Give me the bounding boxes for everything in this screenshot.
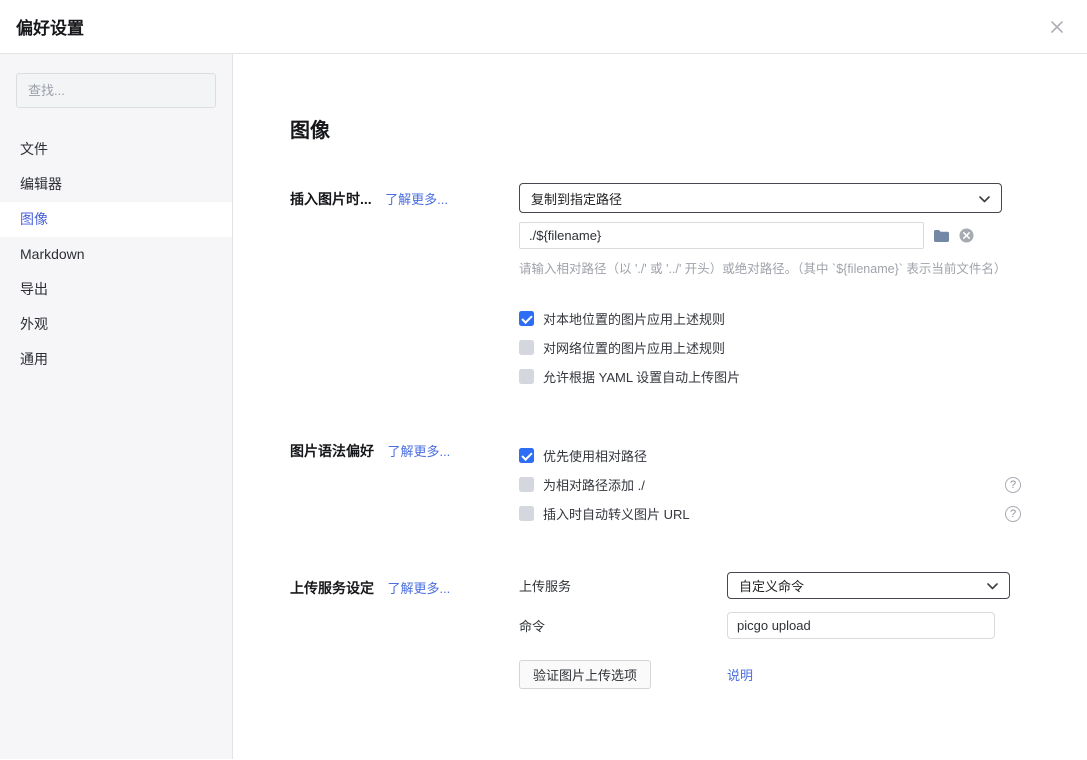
add-dot-slash-checkbox[interactable] xyxy=(519,477,534,492)
syntax-learn-more-link[interactable]: 了解更多... xyxy=(387,444,450,459)
clear-path-icon[interactable] xyxy=(959,228,974,243)
insert-image-label: 插入图片时... xyxy=(290,191,372,207)
sidebar: 文件 编辑器 图像 Markdown 导出 外观 通用 xyxy=(0,54,233,759)
checkbox-label: 为相对路径添加 ./ xyxy=(543,475,645,494)
prefer-relative-path-checkbox[interactable] xyxy=(519,448,534,463)
sidebar-item-image[interactable]: 图像 xyxy=(0,202,232,237)
insert-image-section: 插入图片时... 了解更多... 复制到指定路径 xyxy=(290,183,1057,391)
preferences-header: 偏好设置 xyxy=(0,0,1087,54)
command-label: 命令 xyxy=(519,616,727,635)
yaml-auto-upload-checkbox[interactable] xyxy=(519,369,534,384)
page-title: 偏好设置 xyxy=(16,14,84,39)
uploader-label: 上传服务 xyxy=(519,576,727,595)
checkbox-row: 插入时自动转义图片 URL ? xyxy=(519,499,1021,528)
upload-service-section: 上传服务设定 了解更多... 上传服务 自定义命令 命令 xyxy=(290,572,1057,689)
checkbox-row: 允许根据 YAML 设置自动上传图片 xyxy=(519,362,1021,391)
main-panel: 图像 插入图片时... 了解更多... 复制到指定路径 xyxy=(233,54,1087,759)
search-input[interactable] xyxy=(16,73,216,108)
help-icon[interactable]: ? xyxy=(1005,506,1021,522)
target-path-input[interactable] xyxy=(519,222,924,249)
sidebar-item-editor[interactable]: 编辑器 xyxy=(0,167,232,202)
sidebar-nav: 文件 编辑器 图像 Markdown 导出 外观 通用 xyxy=(0,132,232,377)
chevron-down-icon xyxy=(987,578,998,593)
upload-help-link[interactable]: 说明 xyxy=(727,665,753,684)
uploader-select[interactable]: 自定义命令 xyxy=(727,572,1010,599)
escape-image-url-checkbox[interactable] xyxy=(519,506,534,521)
apply-web-images-checkbox[interactable] xyxy=(519,340,534,355)
validate-upload-button[interactable]: 验证图片上传选项 xyxy=(519,660,651,689)
sidebar-item-general[interactable]: 通用 xyxy=(0,342,232,377)
chevron-down-icon xyxy=(979,191,990,206)
insert-action-select[interactable]: 复制到指定路径 xyxy=(519,183,1002,213)
checkbox-label: 允许根据 YAML 设置自动上传图片 xyxy=(543,367,740,386)
sidebar-item-file[interactable]: 文件 xyxy=(0,132,232,167)
folder-icon[interactable] xyxy=(933,229,950,243)
insert-learn-more-link[interactable]: 了解更多... xyxy=(385,192,448,207)
checkbox-label: 对本地位置的图片应用上述规则 xyxy=(543,309,725,328)
sidebar-item-export[interactable]: 导出 xyxy=(0,272,232,307)
upload-learn-more-link[interactable]: 了解更多... xyxy=(387,581,450,596)
sidebar-item-appearance[interactable]: 外观 xyxy=(0,307,232,342)
uploader-value: 自定义命令 xyxy=(739,576,804,595)
image-syntax-label: 图片语法偏好 xyxy=(290,443,374,459)
close-icon[interactable] xyxy=(1049,19,1065,35)
image-syntax-section: 图片语法偏好 了解更多... 优先使用相对路径 为相对路径添加 ./ ? xyxy=(290,435,1057,528)
checkbox-label: 插入时自动转义图片 URL xyxy=(543,504,690,523)
checkbox-row: 对网络位置的图片应用上述规则 xyxy=(519,333,1021,362)
path-hint-text: 请输入相对路径（以 './' 或 '../' 开头）或绝对路径。（其中 `${f… xyxy=(519,258,1021,277)
checkbox-row: 为相对路径添加 ./ ? xyxy=(519,470,1021,499)
checkbox-label: 对网络位置的图片应用上述规则 xyxy=(543,338,725,357)
checkbox-row: 优先使用相对路径 xyxy=(519,441,1021,470)
checkbox-label: 优先使用相对路径 xyxy=(543,446,647,465)
checkbox-row: 对本地位置的图片应用上述规则 xyxy=(519,304,1021,333)
apply-local-images-checkbox[interactable] xyxy=(519,311,534,326)
command-input[interactable] xyxy=(727,612,995,639)
insert-action-value: 复制到指定路径 xyxy=(531,189,622,208)
help-icon[interactable]: ? xyxy=(1005,477,1021,493)
section-heading: 图像 xyxy=(290,114,1057,143)
upload-service-label: 上传服务设定 xyxy=(290,580,374,596)
sidebar-item-markdown[interactable]: Markdown xyxy=(0,237,232,272)
